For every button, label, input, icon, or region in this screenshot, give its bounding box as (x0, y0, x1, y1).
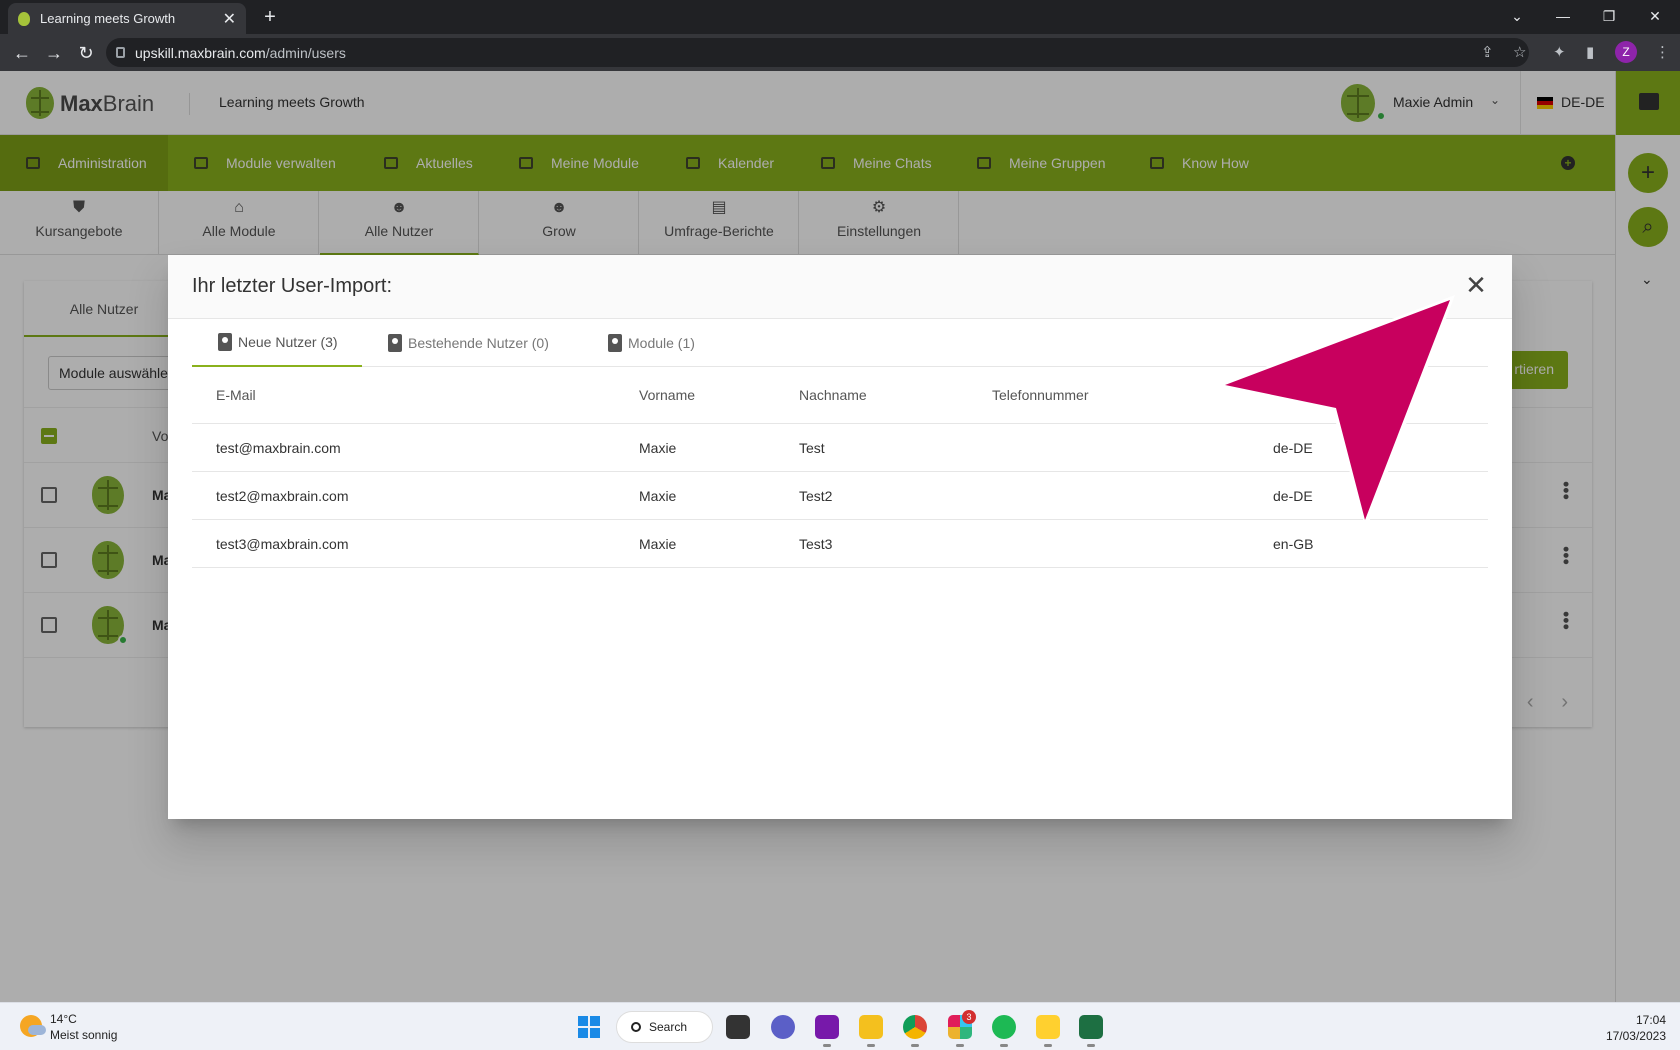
back-icon[interactable]: ← (10, 41, 34, 65)
url-host: upskill.maxbrain.com (135, 44, 266, 61)
tab-module[interactable]: Module (1) (608, 319, 695, 367)
cell-language: de-DE (1273, 439, 1313, 456)
cell-nachname: Test2 (799, 487, 833, 504)
close-icon[interactable]: ✕ (1464, 272, 1488, 298)
browser-tab-strip: Learning meets Growth ✕ + ⌄ — ❐ ✕ (0, 0, 1680, 34)
weather-icon[interactable] (20, 1015, 46, 1037)
column-header-email: E-Mail (216, 387, 256, 403)
import-table: E-Mail Vorname Nachname Telefonnummer te… (192, 367, 1488, 568)
clipboard-icon (608, 334, 622, 352)
system-clock[interactable]: 17:04 17/03/2023 (1606, 1012, 1666, 1044)
cell-language: en-GB (1273, 535, 1314, 552)
search-icon (631, 1022, 641, 1032)
weather-temperature[interactable]: 14°C (50, 1012, 77, 1026)
restore-window-button[interactable]: ❐ (1586, 0, 1632, 32)
maxbrain-favicon-icon (18, 11, 30, 26)
column-header-vorname: Vorname (639, 387, 696, 403)
column-header-telefonnummer: Telefonnummer (992, 387, 1089, 403)
table-row: test@maxbrain.com Maxie Test de-DE (192, 424, 1488, 472)
side-panel-icon[interactable]: ▮ (1586, 43, 1594, 61)
miro-icon[interactable] (1036, 1015, 1060, 1047)
user-import-dialog: Ihr letzter User-Import: ✕ Neue Nutzer (… (168, 255, 1512, 819)
dialog-title: Ihr letzter User-Import: (192, 275, 393, 297)
weather-description[interactable]: Meist sonnig (50, 1028, 117, 1042)
contact-badge-icon (218, 333, 232, 351)
windows-start-icon[interactable] (578, 1016, 600, 1038)
tab-neue-nutzer[interactable]: Neue Nutzer (3) (192, 319, 362, 367)
new-tab-button[interactable]: + (258, 6, 282, 30)
taskbar-search[interactable]: Search (616, 1011, 713, 1043)
task-view-icon[interactable] (726, 1015, 750, 1039)
cell-vorname: Maxie (639, 439, 677, 456)
cell-nachname: Test (799, 439, 825, 456)
browser-tab[interactable]: Learning meets Growth ✕ (8, 3, 246, 34)
browser-menu-icon[interactable]: ⋮ (1655, 43, 1670, 61)
excel-icon[interactable] (1079, 1015, 1103, 1047)
browser-toolbar: ← → ↻ upskill.maxbrain.com/admin/users ⇪… (0, 34, 1680, 71)
extensions-icon[interactable]: ✦ (1553, 43, 1566, 61)
table-row: test2@maxbrain.com Maxie Test2 de-DE (192, 472, 1488, 520)
minimize-window-button[interactable]: — (1540, 0, 1586, 32)
close-tab-icon[interactable]: ✕ (223, 9, 236, 29)
cell-vorname: Maxie (639, 535, 677, 552)
browser-tab-title: Learning meets Growth (40, 11, 176, 26)
clock-time: 17:04 (1635, 1013, 1666, 1027)
dialog-header: Ihr letzter User-Import: ✕ (168, 255, 1512, 319)
column-header-nachname: Nachname (799, 387, 867, 403)
contact-badge-icon (388, 334, 402, 352)
browser-profile-avatar[interactable]: Z (1615, 41, 1637, 63)
cell-vorname: Maxie (639, 487, 677, 504)
chrome-icon[interactable] (903, 1015, 927, 1047)
windows-taskbar: 14°C Meist sonnig Search 3 17:04 17/03/2… (0, 1002, 1680, 1050)
spotify-icon[interactable] (992, 1015, 1016, 1047)
tab-search-icon[interactable]: ⌄ (1494, 0, 1540, 32)
cell-email: test2@maxbrain.com (216, 487, 349, 504)
table-row: test3@maxbrain.com Maxie Test3 en-GB (192, 520, 1488, 568)
dialog-tabs: Neue Nutzer (3) Bestehende Nutzer (0) Mo… (192, 319, 1488, 367)
onenote-icon[interactable] (815, 1015, 839, 1047)
table-header-row: E-Mail Vorname Nachname Telefonnummer (192, 367, 1488, 424)
address-bar[interactable]: upskill.maxbrain.com/admin/users (106, 38, 1529, 67)
file-explorer-icon[interactable] (859, 1015, 883, 1047)
bookmark-star-icon[interactable]: ☆ (1513, 43, 1526, 61)
cell-language: de-DE (1273, 487, 1313, 504)
teams-icon[interactable] (771, 1015, 795, 1039)
lock-icon[interactable] (116, 47, 125, 58)
clock-date: 17/03/2023 (1605, 1029, 1666, 1043)
close-window-button[interactable]: ✕ (1632, 0, 1678, 32)
tab-bestehende-nutzer[interactable]: Bestehende Nutzer (0) (388, 319, 549, 367)
url-path: /admin/users (265, 44, 346, 61)
cell-nachname: Test3 (799, 535, 833, 552)
reload-icon[interactable]: ↻ (74, 41, 98, 65)
cell-email: test3@maxbrain.com (216, 535, 349, 552)
cell-email: test@maxbrain.com (216, 439, 341, 456)
slack-notification-badge: 3 (962, 1010, 976, 1024)
share-icon[interactable]: ⇪ (1481, 43, 1494, 61)
forward-icon[interactable]: → (42, 41, 66, 65)
